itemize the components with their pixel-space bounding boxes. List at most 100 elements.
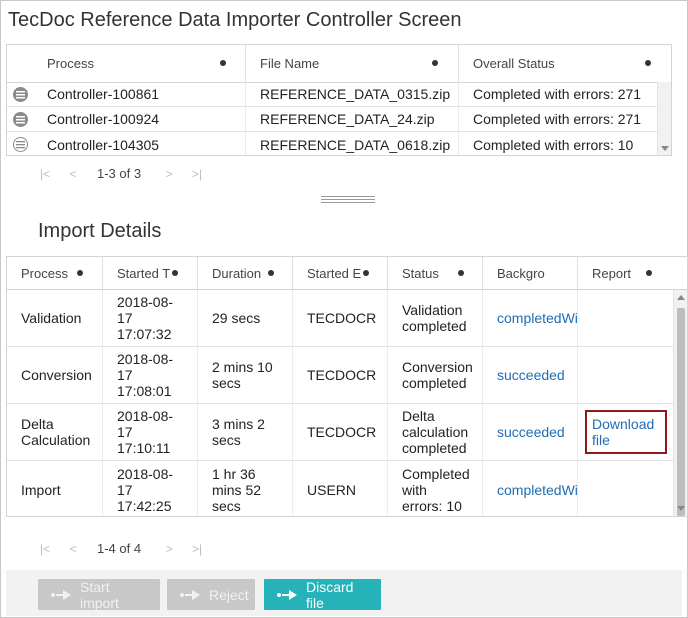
cell-file-name: REFERENCE_DATA_24.zip [246,107,459,131]
app-window: TecDoc Reference Data Importer Controlle… [0,0,688,618]
vertical-scrollbar[interactable] [673,290,687,516]
column-menu-icon[interactable] [363,270,369,276]
arrow-right-icon [50,588,72,602]
cell-started-time: 2018-08-17 17:07:32 [103,290,198,346]
discard-file-button[interactable]: Discard file [264,579,381,611]
table-row[interactable]: Delta Calculation 2018-08-17 17:10:11 3 … [7,404,687,461]
cell-process: Import [7,461,103,516]
pane-splitter[interactable] [321,196,375,205]
background-job-link[interactable]: completedWithWarnings [483,290,578,346]
column-header-started-time[interactable]: Started T [103,257,198,289]
cell-status: Delta calculation completed [388,404,483,460]
table-row[interactable]: Controller-100861 REFERENCE_DATA_0315.zi… [7,82,671,107]
cell-file-name: REFERENCE_DATA_0618.zip [246,132,459,155]
table-row[interactable]: Controller-100924 REFERENCE_DATA_24.zip … [7,107,671,132]
first-page-icon[interactable]: |< [31,167,59,181]
cell-process: Conversion [7,347,103,403]
table-row[interactable]: Controller-104305 REFERENCE_DATA_0618.zi… [7,132,671,155]
column-menu-icon[interactable] [77,270,83,276]
arrow-right-icon [179,588,201,602]
table-row[interactable]: Conversion 2018-08-17 17:08:01 2 mins 10… [7,347,687,404]
table-row[interactable]: Validation 2018-08-17 17:07:32 29 secs T… [7,290,687,347]
cell-process: Validation [7,290,103,346]
vertical-scrollbar[interactable] [657,82,671,155]
pager-info: 1-3 of 3 [97,166,142,181]
column-header-process[interactable]: Process [7,257,103,289]
column-menu-icon[interactable] [458,270,464,276]
cell-process: Controller-104305 [33,132,246,155]
scroll-down-icon[interactable] [661,146,669,151]
start-import-button[interactable]: Start import [38,579,160,611]
cell-report [578,461,675,516]
cell-started-by: TECDOCR [293,404,388,460]
cell-process: Controller-100861 [33,82,246,106]
details-pager: |< < 1-4 of 4 > >| [31,541,211,556]
cell-status: Validation completed [388,290,483,346]
column-menu-icon[interactable] [645,60,651,66]
cell-overall-status: Completed with errors: 10 [473,136,634,153]
column-header-started-by[interactable]: Started E [293,257,388,289]
table-row[interactable]: Import 2018-08-17 17:42:25 1 hr 36 mins … [7,461,687,516]
cell-report [578,290,675,346]
cell-started-time: 2018-08-17 17:10:11 [103,404,198,460]
next-page-icon[interactable]: > [155,167,183,181]
list-icon[interactable] [13,87,28,102]
column-header-file-name[interactable]: File Name [246,45,459,82]
controllers-grid-header: Process File Name Overall Status [7,45,671,83]
column-header-overall-status[interactable]: Overall Status [459,45,671,82]
cell-duration: 2 mins 10 secs [198,347,293,403]
column-menu-icon[interactable] [220,60,226,66]
controllers-pager: |< < 1-3 of 3 > >| [31,166,211,181]
column-header-status[interactable]: Status [388,257,483,289]
prev-page-icon[interactable]: < [59,167,87,181]
scroll-up-icon[interactable] [677,295,685,300]
action-bar: Start import Reject Discard file [6,570,682,616]
list-outline-icon[interactable] [13,137,28,152]
cell-started-time: 2018-08-17 17:42:25 [103,461,198,516]
column-header-process[interactable]: Process [7,45,246,82]
prev-page-icon[interactable]: < [59,542,87,556]
cell-report [578,347,675,403]
controllers-grid: Process File Name Overall Status Control… [6,44,672,156]
cell-overall-status: Completed with errors: 271 [473,86,642,102]
background-job-link[interactable]: completedWithWarnings [483,461,578,516]
cell-duration: 29 secs [198,290,293,346]
page-title: TecDoc Reference Data Importer Controlle… [8,9,462,31]
details-grid-header: Process Started T Duration Started E Sta… [7,257,687,290]
list-icon[interactable] [13,112,28,127]
column-header-duration[interactable]: Duration [198,257,293,289]
column-menu-icon[interactable] [646,270,652,276]
last-page-icon[interactable]: >| [183,542,211,556]
cell-status: Conversion completed [388,347,483,403]
scroll-down-icon[interactable] [677,506,685,511]
cell-started-by: TECDOCR [293,290,388,346]
reject-button[interactable]: Reject [167,579,255,610]
cell-status: Completed with errors: 10 [388,461,483,516]
cell-started-by: TECDOCR [293,347,388,403]
column-menu-icon[interactable] [172,270,178,276]
arrow-right-icon [276,588,298,602]
cell-process: Delta Calculation [7,404,103,460]
cell-file-name: REFERENCE_DATA_0315.zip [246,82,459,106]
next-page-icon[interactable]: > [155,542,183,556]
scroll-thumb[interactable] [677,308,685,516]
column-header-background[interactable]: Backgro [483,257,578,289]
column-menu-icon[interactable] [268,270,274,276]
cell-duration: 3 mins 2 secs [198,404,293,460]
section-title: Import Details [38,220,162,242]
import-details-grid: Process Started T Duration Started E Sta… [6,256,688,517]
column-menu-icon[interactable] [432,60,438,66]
column-header-report[interactable]: Report [578,257,675,289]
cell-duration: 1 hr 36 mins 52 secs [198,461,293,516]
cell-started-time: 2018-08-17 17:08:01 [103,347,198,403]
download-file-link[interactable]: Download file [585,410,667,454]
background-job-link[interactable]: succeeded [483,404,578,460]
pager-info: 1-4 of 4 [97,541,142,556]
last-page-icon[interactable]: >| [183,167,211,181]
cell-overall-status: Completed with errors: 271 [473,111,642,127]
cell-report: Download file [578,404,675,460]
first-page-icon[interactable]: |< [31,542,59,556]
cell-process: Controller-100924 [33,107,246,131]
cell-started-by: USERN [293,461,388,516]
background-job-link[interactable]: succeeded [483,347,578,403]
